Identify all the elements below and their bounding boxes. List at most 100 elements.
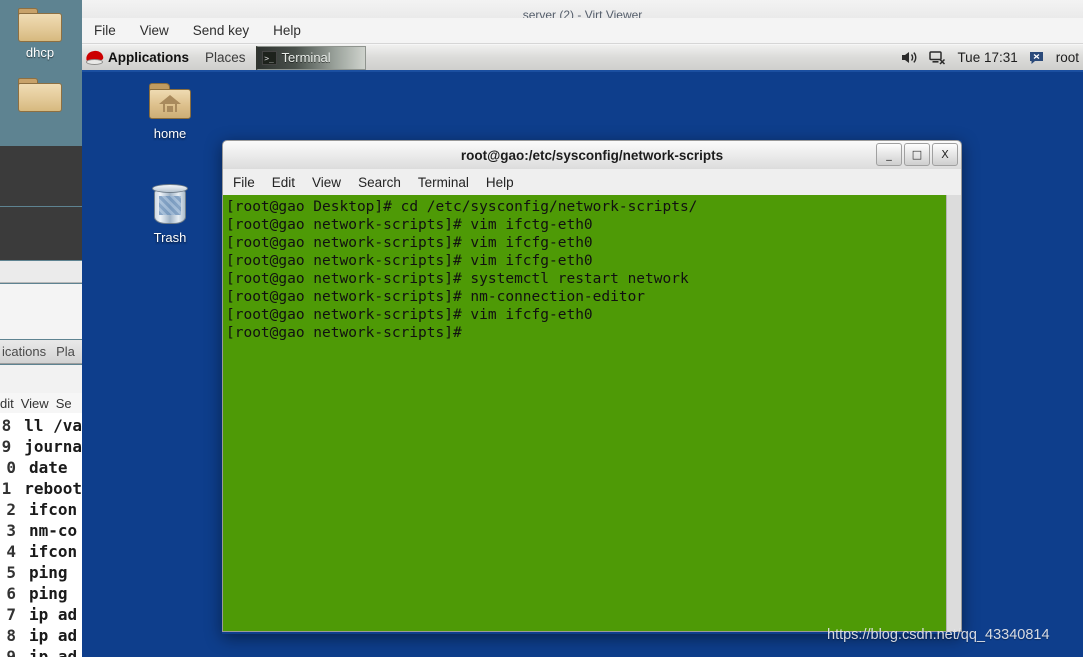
history-line: 1 reboot [0,478,82,499]
desktop-icon-label: home [153,126,187,141]
terminal-line: [root@gao network-scripts]# [226,325,462,341]
terminal-menu-terminal[interactable]: Terminal [418,175,469,190]
trash-icon [147,183,193,227]
history-line-command: date [29,458,68,477]
history-line: 3 nm-co [0,520,82,541]
history-line-command: ping [29,563,68,582]
history-line-command: reboot [24,479,82,498]
red-hat-logo-icon[interactable] [85,49,104,66]
virt-viewer-titlebar: server (2) - Virt Viewer [82,0,1083,18]
history-line-command: ip ad [29,647,78,657]
taskbar-item-terminal[interactable]: >_ Terminal [255,45,366,70]
screenshot-root: dhcp ications Pla dit View Se 8 ll /va 9 jo… [0,0,1083,657]
terminal-line: [root@gao network-scripts]# systemctl re… [226,271,689,287]
host-menu-view[interactable]: View [21,396,49,411]
host-partial-window-body [0,284,82,339]
desktop-icon-home[interactable]: home [131,83,209,141]
history-line: 7 ip ad [0,604,82,625]
history-line-number: 3 [6,521,16,540]
history-line: 9 journa [0,436,82,457]
virt-viewer-window: server (2) - Virt Viewer File View Send … [82,0,1083,657]
terminal-menu-view[interactable]: View [312,175,341,190]
history-line-number: 8 [1,416,12,435]
history-line-number: 1 [1,479,12,498]
menu-view[interactable]: View [138,22,171,39]
history-line-number: 6 [6,584,16,603]
host-menu-edit[interactable]: dit [0,396,14,411]
folder-icon [18,78,62,112]
menu-help[interactable]: Help [271,22,303,39]
history-line-number: 2 [6,500,16,519]
taskbar-item-label: Terminal [281,50,331,65]
history-line-number: 7 [6,605,16,624]
desktop-icon-label: Trash [153,230,187,245]
terminal-menu-help[interactable]: Help [486,175,514,190]
maximize-button[interactable]: □ [904,143,930,166]
history-line-command: ip ad [29,605,78,624]
history-line-number: 9 [6,647,16,657]
history-line-number: 0 [6,458,16,477]
network-disconnected-icon[interactable] [929,50,946,65]
terminal-window: root@gao:/etc/sysconfig/network-scripts … [222,140,962,634]
history-line: 4 ifcon [0,541,82,562]
terminal-titlebar[interactable]: root@gao:/etc/sysconfig/network-scripts … [222,140,962,169]
volume-icon[interactable] [901,50,918,65]
history-line-command: ifcon [29,500,78,519]
terminal-body: [root@gao Desktop]# cd /etc/sysconfig/ne… [222,195,962,632]
host-partial-gnome-panel[interactable]: ications Pla [0,340,82,364]
host-folder-dhcp[interactable]: dhcp [5,8,75,60]
terminal-menu-edit[interactable]: Edit [272,175,295,190]
terminal-menu-search[interactable]: Search [358,175,401,190]
host-folder-second[interactable] [5,78,75,115]
places-menu[interactable]: Places [205,50,256,65]
terminal-menu-file[interactable]: File [233,175,255,190]
close-button[interactable]: X [932,143,958,166]
message-icon[interactable] [1029,51,1045,65]
host-desktop-background: dhcp ications Pla dit View Se 8 ll /va 9 jo… [0,0,82,657]
watermark-text: https://blog.csdn.net/qq_43340814 [827,627,1050,643]
host-places-label[interactable]: Pla [54,344,82,359]
menu-send-key[interactable]: Send key [191,22,251,39]
gnome-top-panel: Applications Places >_ Terminal Tue 17:3… [82,45,1083,72]
history-line: 0 date [0,457,82,478]
host-menu-search[interactable]: Se [56,396,72,411]
host-partial-toolbar [0,261,82,283]
host-dark-panel-upper [0,146,82,206]
host-applications-label[interactable]: ications [0,344,54,359]
menu-file[interactable]: File [92,22,118,39]
history-line: 8 ip ad [0,625,82,646]
history-line-command: ping [29,584,68,603]
host-partial-menubar[interactable]: dit View Se [0,393,82,413]
host-partial-titlebar [0,365,82,393]
terminal-line: [root@gao network-scripts]# vim ifcfg-et… [226,253,593,269]
folder-icon [18,8,62,42]
guest-screen: Applications Places >_ Terminal Tue 17:3… [82,45,1083,657]
history-line: 5 ping [0,562,82,583]
panel-username[interactable]: root [1056,50,1079,65]
applications-menu[interactable]: Applications [108,50,205,65]
terminal-menubar[interactable]: File Edit View Search Terminal Help [222,169,962,195]
terminal-output[interactable]: [root@gao Desktop]# cd /etc/sysconfig/ne… [223,195,946,631]
history-line-command: journa [24,437,82,456]
history-line-number: 5 [6,563,16,582]
history-line-command: ll /va [24,416,82,435]
terminal-title: root@gao:/etc/sysconfig/network-scripts [460,147,724,163]
minimize-button[interactable]: _ [876,143,902,166]
panel-left-group: Applications Places >_ Terminal [82,45,366,70]
history-line-command: nm-co [29,521,78,540]
history-line-command: ip ad [29,626,78,645]
desktop-icon-trash[interactable]: Trash [131,183,209,245]
terminal-line: [root@gao network-scripts]# vim ifcfg-et… [226,235,593,251]
history-line-number: 4 [6,542,16,561]
panel-right-group: Tue 17:31 root [901,50,1083,65]
panel-clock[interactable]: Tue 17:31 [957,50,1017,65]
host-terminal-history[interactable]: 8 ll /va 9 journa 0 date 1 reboot 2 ifcon 3 nm-co 4 i… [0,413,82,657]
host-dark-panel-lower [0,207,82,260]
terminal-line: [root@gao network-scripts]# vim ifctg-et… [226,217,593,233]
virt-viewer-menubar[interactable]: File View Send key Help [82,18,1083,44]
history-line: 2 ifcon [0,499,82,520]
history-line: 8 ll /va [0,415,82,436]
history-line: 6 ping [0,583,82,604]
terminal-scrollbar[interactable] [946,195,961,631]
window-controls: _ □ X [876,143,958,166]
